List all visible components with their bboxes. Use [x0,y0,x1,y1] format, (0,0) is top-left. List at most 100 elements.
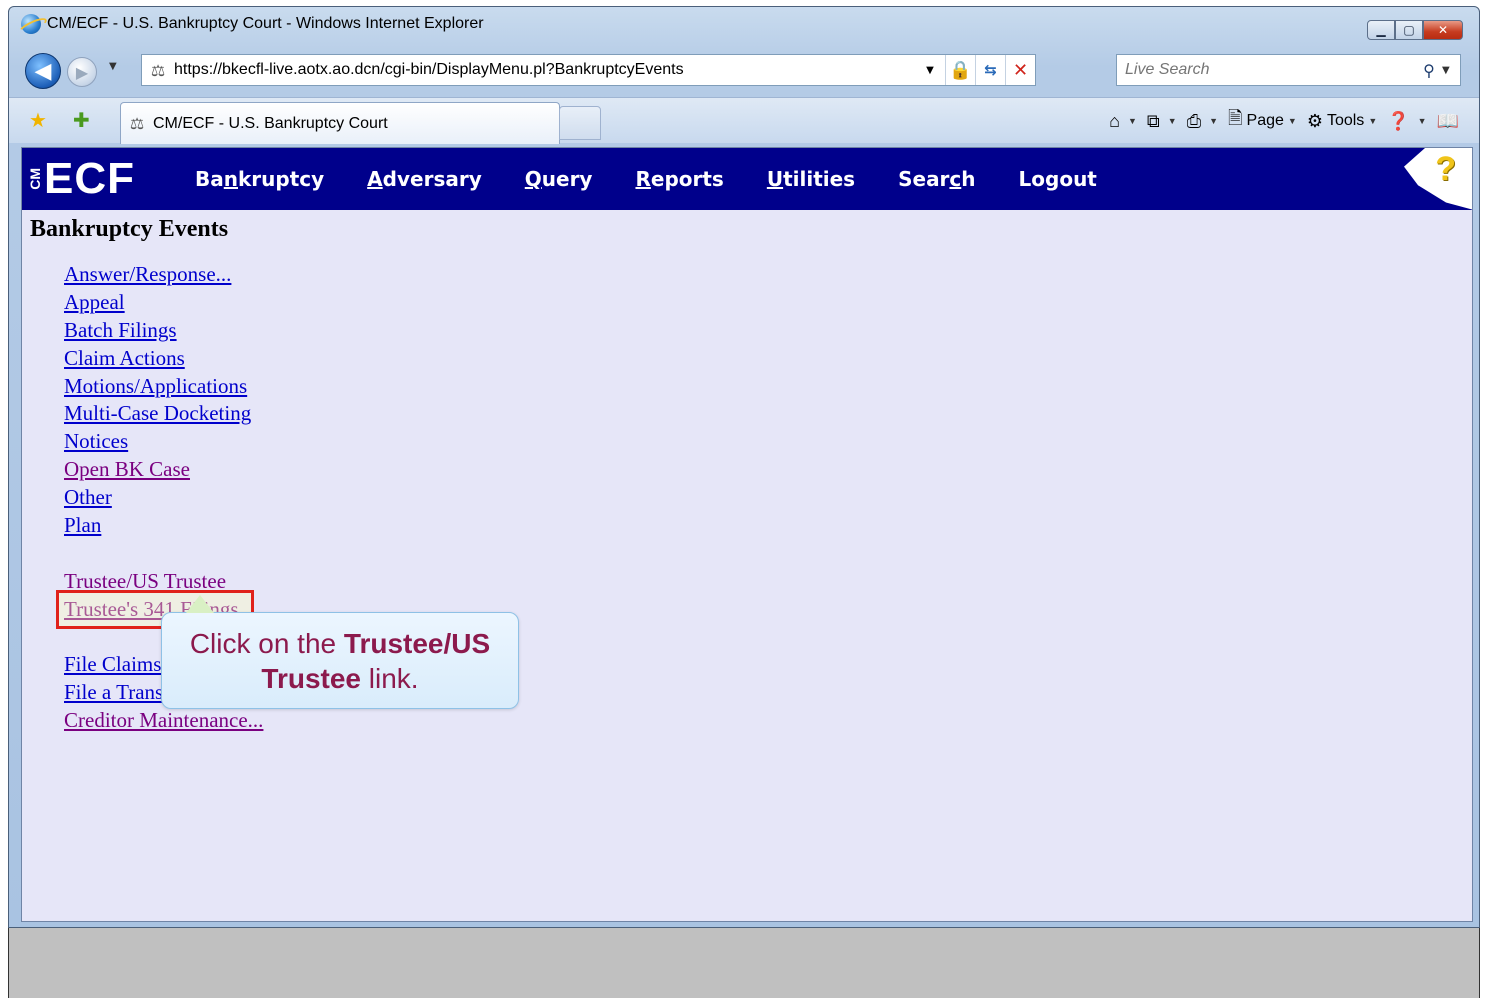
link-other[interactable]: Other [64,485,112,509]
tools-menu[interactable]: ⚙ Tools ▼ [1307,111,1377,132]
page-icon: 🗎 [1228,108,1243,128]
back-button[interactable]: ◀ [25,53,61,89]
menu-accesskey: c [949,167,962,191]
search-options-dropdown-icon[interactable]: ▼ [1442,65,1460,76]
printer-icon: ⎙ [1186,110,1202,131]
callout-text-post: link. [361,662,419,694]
link-notices[interactable]: Notices [64,429,128,453]
list-item: Open BK Case [64,456,266,484]
favorites-star-icon[interactable]: ★ [29,108,47,132]
list-item: Motions/Applications [64,373,266,401]
forward-button[interactable]: ▶ [67,57,97,87]
address-dropdown-icon[interactable]: ▼ [915,55,945,85]
tab-cm-ecf[interactable]: ⚖ CM/ECF - U.S. Bankruptcy Court [120,102,560,144]
navigation-bar: ◀ ▶ ▼ ⚖ https://bkecfl-live.aotx.ao.dcn/… [9,51,1479,91]
close-button[interactable]: ✕ [1423,20,1463,40]
list-item: Batch Filings [64,317,266,345]
page-content: CM ECF Bankruptcy Adversary Query Reports Ut… [21,147,1473,922]
gray-backdrop [8,928,1480,998]
menu-label-part: kruptcy [238,167,325,191]
search-input[interactable] [1117,55,1416,85]
window-title: CM/ECF - U.S. Bankruptcy Court - Windows… [47,15,484,32]
link-open-bk-case[interactable]: Open BK Case [64,457,190,481]
address-bar[interactable]: ⚖ https://bkecfl-live.aotx.ao.dcn/cgi-bi… [141,54,1036,86]
list-item: Appeal [64,289,266,317]
link-answer-response[interactable]: Answer/Response... [64,262,231,286]
menu-accesskey: R [635,167,651,191]
list-item: Notices [64,428,266,456]
stop-icon[interactable]: ✕ [1005,55,1035,85]
menu-label-part: tilities [783,167,856,191]
logo-cm: CM [27,168,43,190]
link-claim-actions[interactable]: Claim Actions [64,346,185,370]
print-button[interactable]: ⎙ ▼ [1187,111,1218,132]
browser-window: CM/ECF - U.S. Bankruptcy Court - Windows… [8,6,1480,928]
lock-icon[interactable]: 🔒 [945,55,975,85]
research-button[interactable]: 📖 [1437,111,1463,132]
search-icon[interactable]: ⚲ [1416,61,1442,80]
new-tab-button[interactable] [559,106,601,140]
menu-label-part: Logout [1018,167,1097,191]
court-favicon-icon: ⚖ [129,114,145,133]
instruction-callout: Click on the Trustee/US Trustee link. [161,595,519,709]
main-menu: Bankruptcy Adversary Query Reports Utilities… [195,167,1140,191]
link-plan[interactable]: Plan [64,513,101,537]
list-item: Multi-Case Docketing [64,400,266,428]
help-icon: ❓ [1387,110,1410,131]
page-title: Bankruptcy Events [30,216,229,242]
link-batch-filings[interactable]: Batch Filings [64,318,177,342]
list-item: Answer/Response... [64,261,266,289]
add-favorites-icon[interactable]: ✚ [73,108,90,132]
window-controls: ▁ ▢ ✕ [1367,20,1463,40]
refresh-icon[interactable]: ⇆ [975,55,1005,85]
menu-label-part: dversary [382,167,482,191]
help-question-icon[interactable]: ? [1435,150,1456,189]
callout-text: Click on the Trustee/US Trustee link. [170,626,510,696]
address-url[interactable]: https://bkecfl-live.aotx.ao.dcn/cgi-bin/… [174,61,915,79]
menu-logout[interactable]: Logout [1019,167,1097,191]
history-dropdown-icon[interactable]: ▼ [109,61,117,72]
menu-search[interactable]: Search [898,167,975,191]
menu-label-part: eports [650,167,724,191]
page-menu-label: Page [1246,112,1284,129]
title-bar: CM/ECF - U.S. Bankruptcy Court - Windows… [9,7,1479,41]
help-menu[interactable]: ❓ ▼ [1387,111,1426,132]
menu-utilities[interactable]: Utilities [767,167,855,191]
link-file-claims[interactable]: File Claims [64,652,161,676]
link-creditor-maintenance[interactable]: Creditor Maintenance... [64,708,263,732]
list-item: Claim Actions [64,345,266,373]
address-tools: ▼ 🔒 ⇆ ✕ [915,55,1035,85]
page-menu[interactable]: 🗎 Page ▼ [1228,106,1297,136]
list-item: Plan [64,512,266,540]
menu-label-part: uery [541,167,593,191]
menu-accesskey: A [367,167,383,191]
gear-icon: ⚙ [1306,110,1323,131]
tab-label: CM/ECF - U.S. Bankruptcy Court [153,114,388,132]
rss-feed-icon: ⧉ [1146,110,1160,131]
menu-reports[interactable]: Reports [635,167,723,191]
home-button[interactable]: ⌂ ▼ [1109,111,1137,132]
link-multi-case-docketing[interactable]: Multi-Case Docketing [64,401,251,425]
menu-bankruptcy[interactable]: Bankruptcy [195,167,324,191]
research-icon: 📖 [1436,110,1459,131]
menu-accesskey: n [223,167,238,191]
menu-label-part: Sear [898,167,950,191]
ecf-menu-bar: CM ECF Bankruptcy Adversary Query Reports Ut… [22,148,1472,210]
cm-ecf-logo: CM ECF [27,154,135,204]
minimize-button[interactable]: ▁ [1367,20,1395,40]
command-bar: ⌂ ▼ ⧉ ▼ ⎙ ▼ 🗎 Page ▼ ⚙ Tools ▼ ❓ ▼ 📖 [1099,106,1463,136]
menu-query[interactable]: Query [525,167,593,191]
list-spacer [64,540,266,568]
court-favicon-icon: ⚖ [150,60,166,80]
callout-text-pre: Click on the [189,627,344,659]
logo-ecf: ECF [44,154,135,203]
tools-menu-label: Tools [1326,112,1365,129]
feeds-button[interactable]: ⧉ ▼ [1147,111,1177,132]
restore-button[interactable]: ▢ [1395,20,1423,40]
menu-adversary[interactable]: Adversary [367,167,482,191]
internet-explorer-icon [21,14,41,34]
menu-label-part: h [961,167,976,191]
link-appeal[interactable]: Appeal [64,290,125,314]
menu-accesskey: U [766,167,784,191]
link-motions-applications[interactable]: Motions/Applications [64,374,247,398]
